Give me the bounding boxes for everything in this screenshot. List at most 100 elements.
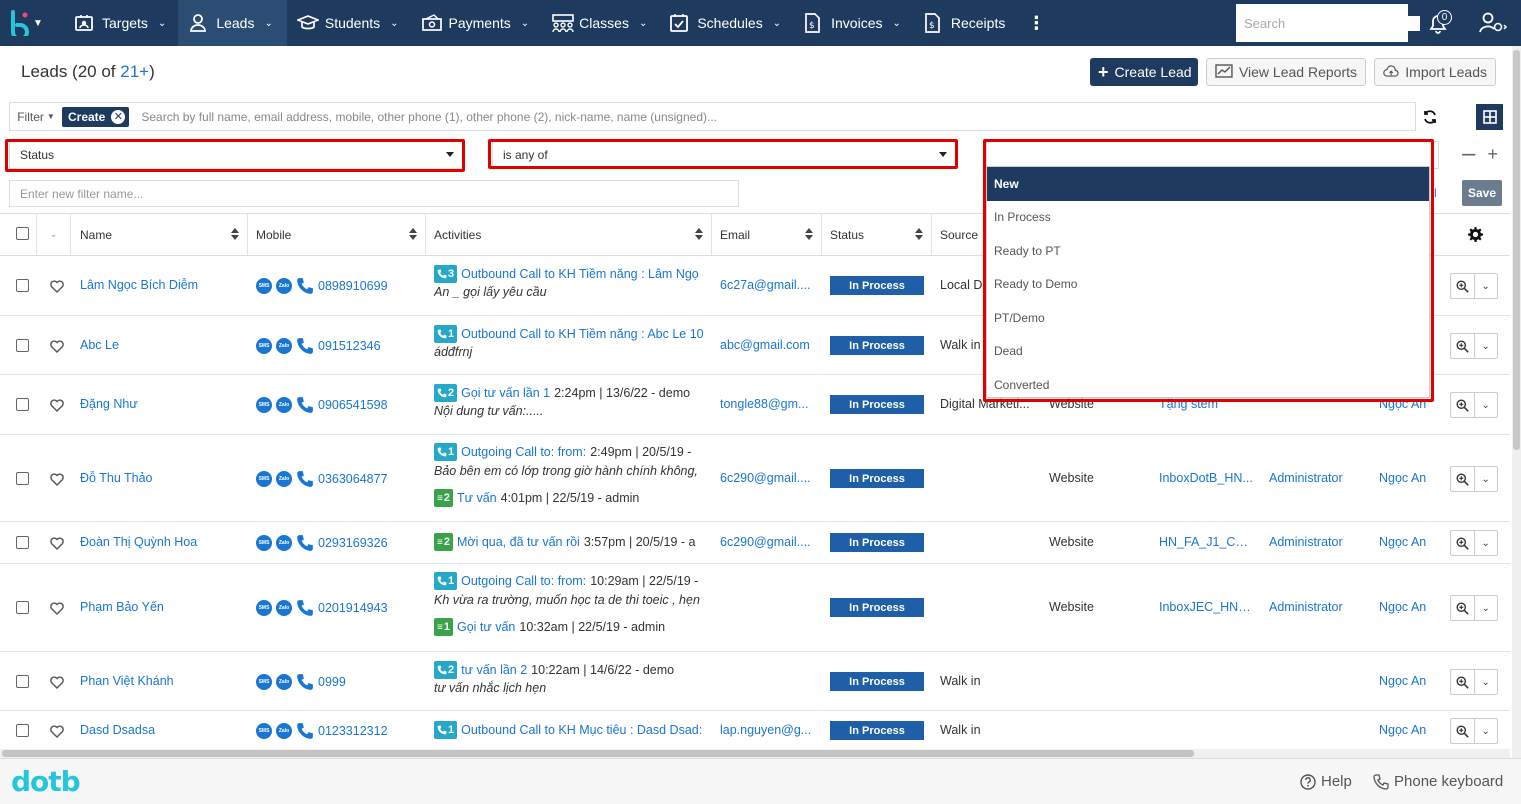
column-header-name[interactable]: Name — [71, 214, 248, 255]
activity-link[interactable]: Outgoing Call to: from: — [461, 445, 586, 459]
row-menu-chevron-icon[interactable]: ⌄ — [1475, 393, 1498, 417]
row-menu-chevron-icon[interactable]: ⌄ — [1475, 334, 1498, 358]
nav-item-leads[interactable]: Leads ⌄ — [178, 0, 287, 46]
nav-item-receipts[interactable]: $ Receipts — [913, 0, 1017, 46]
zalo-icon[interactable]: Zalo — [276, 338, 292, 354]
zalo-icon[interactable]: Zalo — [276, 674, 292, 690]
lead-name-link[interactable]: Đoàn Thị Quỳnh Hoa — [80, 535, 245, 549]
email-link[interactable]: abc@gmail.com — [720, 338, 815, 352]
campaign-link[interactable]: InboxDotB_HN... — [1159, 471, 1254, 485]
heart-icon[interactable] — [49, 471, 65, 487]
more-menu-icon[interactable]: ⋮ — [1017, 13, 1055, 34]
mobile-number-link[interactable]: 091512346 — [318, 339, 381, 353]
assigned-user-link[interactable]: Ngọc An — [1379, 674, 1439, 688]
mobile-number-link[interactable]: 0898910699 — [318, 279, 388, 293]
email-link[interactable]: lap.nguyen@g... — [720, 723, 815, 737]
sms-icon[interactable]: SMS — [256, 471, 272, 487]
phone-keyboard-link[interactable]: Phone keyboard — [1373, 773, 1503, 790]
zalo-icon[interactable]: Zalo — [276, 600, 292, 616]
phone-icon[interactable] — [296, 277, 314, 295]
assigned-user-link[interactable]: Ngọc An — [1379, 471, 1439, 485]
phone-icon[interactable] — [296, 722, 314, 740]
quick-view-button[interactable] — [1451, 334, 1475, 358]
select-all-checkbox[interactable] — [16, 227, 29, 240]
sort-icon[interactable] — [409, 228, 417, 240]
campaign-link[interactable]: InboxJEC_HN_... — [1159, 600, 1254, 614]
save-filter-button[interactable]: Save — [1462, 180, 1502, 206]
row-checkbox[interactable] — [16, 279, 29, 292]
global-search-input[interactable] — [1244, 15, 1420, 31]
phone-icon[interactable] — [296, 337, 314, 355]
app-logo[interactable]: ▼ — [0, 0, 52, 46]
filter-field-select[interactable]: Status — [9, 141, 463, 169]
phone-icon[interactable] — [296, 599, 314, 617]
activity-link[interactable]: Gọi tư vấn lần 1 — [461, 386, 550, 400]
campaign-link[interactable]: HN_FA_J1_CD_... — [1159, 535, 1254, 549]
heart-icon[interactable] — [49, 723, 65, 739]
row-checkbox[interactable] — [16, 675, 29, 688]
sms-icon[interactable]: SMS — [256, 338, 272, 354]
nav-item-schedules[interactable]: Schedules ⌄ — [659, 0, 793, 46]
table-row[interactable]: Phan Việt Khánh SMS Zalo 0999 2 tư vấn l… — [0, 652, 1510, 711]
add-condition-icon[interactable]: + — [1487, 144, 1498, 165]
remove-filter-icon[interactable]: ✕ — [111, 109, 126, 124]
sort-icon[interactable] — [231, 228, 239, 240]
active-filter-chip[interactable]: Create ✕ — [62, 106, 130, 127]
activity-link[interactable]: Gọi tư vấn — [457, 620, 515, 634]
status-option-dead[interactable]: Dead — [987, 335, 1429, 369]
status-option-in-process[interactable]: In Process — [987, 201, 1429, 235]
mobile-number-link[interactable]: 0201914943 — [318, 601, 388, 615]
filter-value-select[interactable] — [986, 141, 1439, 169]
zalo-icon[interactable]: Zalo — [276, 471, 292, 487]
row-checkbox[interactable] — [16, 398, 29, 411]
row-menu-chevron-icon[interactable]: ⌄ — [1475, 670, 1498, 694]
table-row[interactable]: Phạm Bảo Yến SMS Zalo 0201914943 1 Outgo… — [0, 564, 1510, 652]
status-option-ready-to-pt[interactable]: Ready to PT — [987, 234, 1429, 268]
row-checkbox[interactable] — [16, 536, 29, 549]
email-link[interactable]: 6c290@gmail.... — [720, 471, 815, 485]
activity-link[interactable]: Outbound Call to KH Tiềm năng : Lâm Ngọ — [461, 267, 699, 281]
view-lead-reports-button[interactable]: View Lead Reports — [1206, 58, 1366, 86]
phone-icon[interactable] — [296, 470, 314, 488]
quick-view-button[interactable] — [1451, 274, 1475, 298]
quick-view-button[interactable] — [1451, 393, 1475, 417]
row-checkbox[interactable] — [16, 472, 29, 485]
table-row[interactable]: Đỗ Thu Thảo SMS Zalo 0363064877 1 Outgoi… — [0, 435, 1510, 522]
total-count-link[interactable]: 21+ — [120, 62, 149, 81]
activity-link[interactable]: Outbound Call to KH Tiềm năng : Abc Le 1… — [461, 327, 704, 341]
creator-link[interactable]: Administrator — [1269, 535, 1364, 549]
help-link[interactable]: Help — [1300, 773, 1352, 790]
sort-icon[interactable] — [695, 228, 703, 240]
column-header-mobile[interactable]: Mobile — [248, 214, 426, 255]
quick-view-button[interactable] — [1451, 531, 1475, 555]
lead-search-input[interactable] — [141, 109, 1415, 124]
zalo-icon[interactable]: Zalo — [276, 723, 292, 739]
lead-name-link[interactable]: Phan Việt Khánh — [80, 674, 245, 688]
column-header-activities[interactable]: Activities — [426, 214, 712, 255]
row-checkbox[interactable] — [16, 339, 29, 352]
assigned-user-link[interactable]: Ngọc An — [1379, 723, 1439, 737]
sms-icon[interactable]: SMS — [256, 535, 272, 551]
sms-icon[interactable]: SMS — [256, 674, 272, 690]
status-option-pt-demo[interactable]: PT/Demo — [987, 301, 1429, 335]
heart-icon[interactable] — [49, 338, 65, 354]
phone-icon[interactable] — [296, 673, 314, 691]
email-link[interactable]: tongle88@gm... — [720, 397, 815, 411]
heart-icon[interactable] — [49, 674, 65, 690]
quick-view-button[interactable] — [1451, 596, 1475, 620]
import-leads-button[interactable]: Import Leads — [1374, 58, 1496, 86]
zalo-icon[interactable]: Zalo — [276, 397, 292, 413]
filter-name-input[interactable] — [9, 180, 739, 207]
vertical-scrollbar[interactable] — [1512, 46, 1521, 758]
user-settings-menu[interactable] — [1470, 6, 1516, 40]
heart-icon[interactable] — [49, 397, 65, 413]
sort-icon[interactable] — [915, 228, 923, 240]
quick-view-button[interactable] — [1451, 467, 1475, 491]
column-layout-button[interactable] — [1476, 104, 1503, 130]
column-header-status[interactable]: Status — [822, 214, 932, 255]
column-header-email[interactable]: Email — [712, 214, 822, 255]
activity-link[interactable]: Mời qua, đã tư vấn rồi — [457, 535, 580, 549]
heart-icon[interactable] — [49, 600, 65, 616]
zalo-icon[interactable]: Zalo — [276, 535, 292, 551]
mobile-number-link[interactable]: 0999 — [318, 675, 346, 689]
